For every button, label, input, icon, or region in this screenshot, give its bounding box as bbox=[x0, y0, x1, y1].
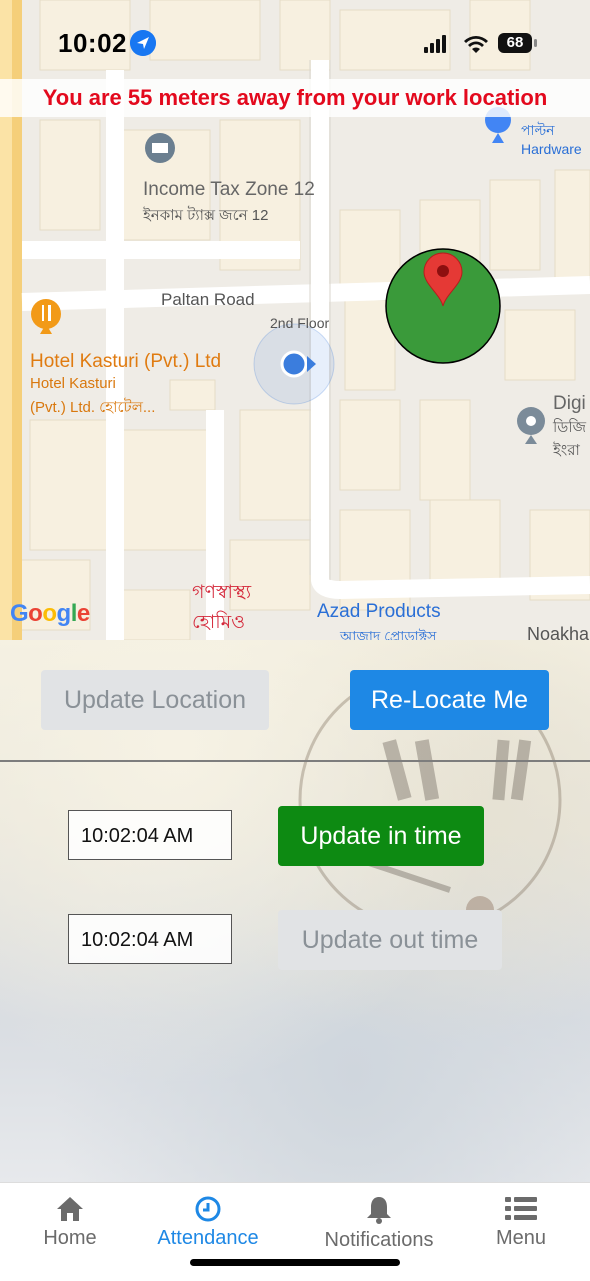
cellular-signal-icon bbox=[424, 35, 446, 53]
map-label-gono-bn1: গণস্বাস্থ্য bbox=[192, 582, 252, 603]
status-bar: 10:02 68 bbox=[0, 0, 590, 88]
attendance-panel: Update Location Re-Locate Me 10:02:04 AM… bbox=[0, 640, 590, 1182]
out-time-field[interactable]: 10:02:04 AM bbox=[68, 914, 232, 964]
map-label-azad: Azad Products bbox=[317, 601, 441, 622]
home-indicator bbox=[190, 1259, 400, 1266]
bottom-tab-bar: Home Attendance Notifications Menu bbox=[0, 1182, 590, 1281]
bell-icon bbox=[367, 1197, 391, 1224]
map-label-hotel-sub2: (Pvt.) Ltd. হোটেল... bbox=[30, 399, 156, 416]
relocate-button[interactable]: Re-Locate Me bbox=[350, 670, 549, 730]
google-logo: Google bbox=[10, 600, 90, 627]
map-label-paltan-hw: Hardware bbox=[521, 141, 582, 157]
wifi-icon bbox=[464, 36, 488, 53]
map-label-hotel: Hotel Kasturi (Pvt.) Ltd bbox=[30, 351, 222, 372]
map-label-income-tax-bn: ইনকাম ট্যাক্স জনে 12 bbox=[143, 207, 269, 224]
home-icon bbox=[57, 1197, 83, 1221]
map-label-income-tax: Income Tax Zone 12 bbox=[143, 179, 315, 200]
clock-icon bbox=[195, 1196, 221, 1222]
map-label-paltan-hw-bn: পাল্টন bbox=[521, 122, 555, 138]
work-location-marker-icon[interactable] bbox=[422, 252, 464, 308]
tab-attendance-label: Attendance bbox=[157, 1227, 259, 1249]
battery-icon: 68 bbox=[498, 33, 538, 55]
map-label-digi-bn1: ডিজি bbox=[553, 419, 587, 436]
section-divider bbox=[0, 760, 590, 762]
map-label-noakha: Noakha bbox=[527, 624, 590, 640]
list-menu-icon bbox=[505, 1197, 537, 1220]
map-label-second-floor: 2nd Floor bbox=[270, 315, 330, 331]
tab-menu-label: Menu bbox=[495, 1227, 547, 1249]
tab-home-label: Home bbox=[43, 1227, 97, 1249]
tab-menu[interactable]: Menu bbox=[485, 1195, 557, 1250]
map-label-gono-bn2: হোমিও bbox=[192, 612, 246, 633]
map-view[interactable]: Income Tax Zone 12 ইনকাম ট্যাক্স জনে 12 … bbox=[0, 0, 590, 640]
in-time-field[interactable]: 10:02:04 AM bbox=[68, 810, 232, 860]
status-time: 10:02 bbox=[58, 28, 127, 58]
battery-percent: 68 bbox=[506, 34, 524, 51]
distance-warning-banner: You are 55 meters away from your work lo… bbox=[0, 79, 590, 117]
update-in-time-button[interactable]: Update in time bbox=[278, 806, 484, 866]
map-label-paltan-road: Paltan Road bbox=[161, 290, 255, 309]
tab-home[interactable]: Home bbox=[30, 1195, 110, 1250]
map-label-azad-bn: আজাদ প্রোডাক্টস bbox=[340, 628, 437, 640]
map-label-digi-bn2: ইংরা bbox=[553, 442, 580, 459]
tab-attendance[interactable]: Attendance bbox=[148, 1195, 268, 1250]
tab-notifications-label: Notifications bbox=[324, 1229, 434, 1251]
map-label-hotel-sub1: Hotel Kasturi bbox=[30, 375, 116, 392]
map-label-digi: Digi bbox=[553, 393, 586, 414]
update-out-time-button[interactable]: Update out time bbox=[278, 910, 502, 970]
tab-notifications[interactable]: Notifications bbox=[313, 1195, 445, 1252]
update-location-button[interactable]: Update Location bbox=[41, 670, 269, 730]
location-services-icon bbox=[130, 30, 156, 56]
